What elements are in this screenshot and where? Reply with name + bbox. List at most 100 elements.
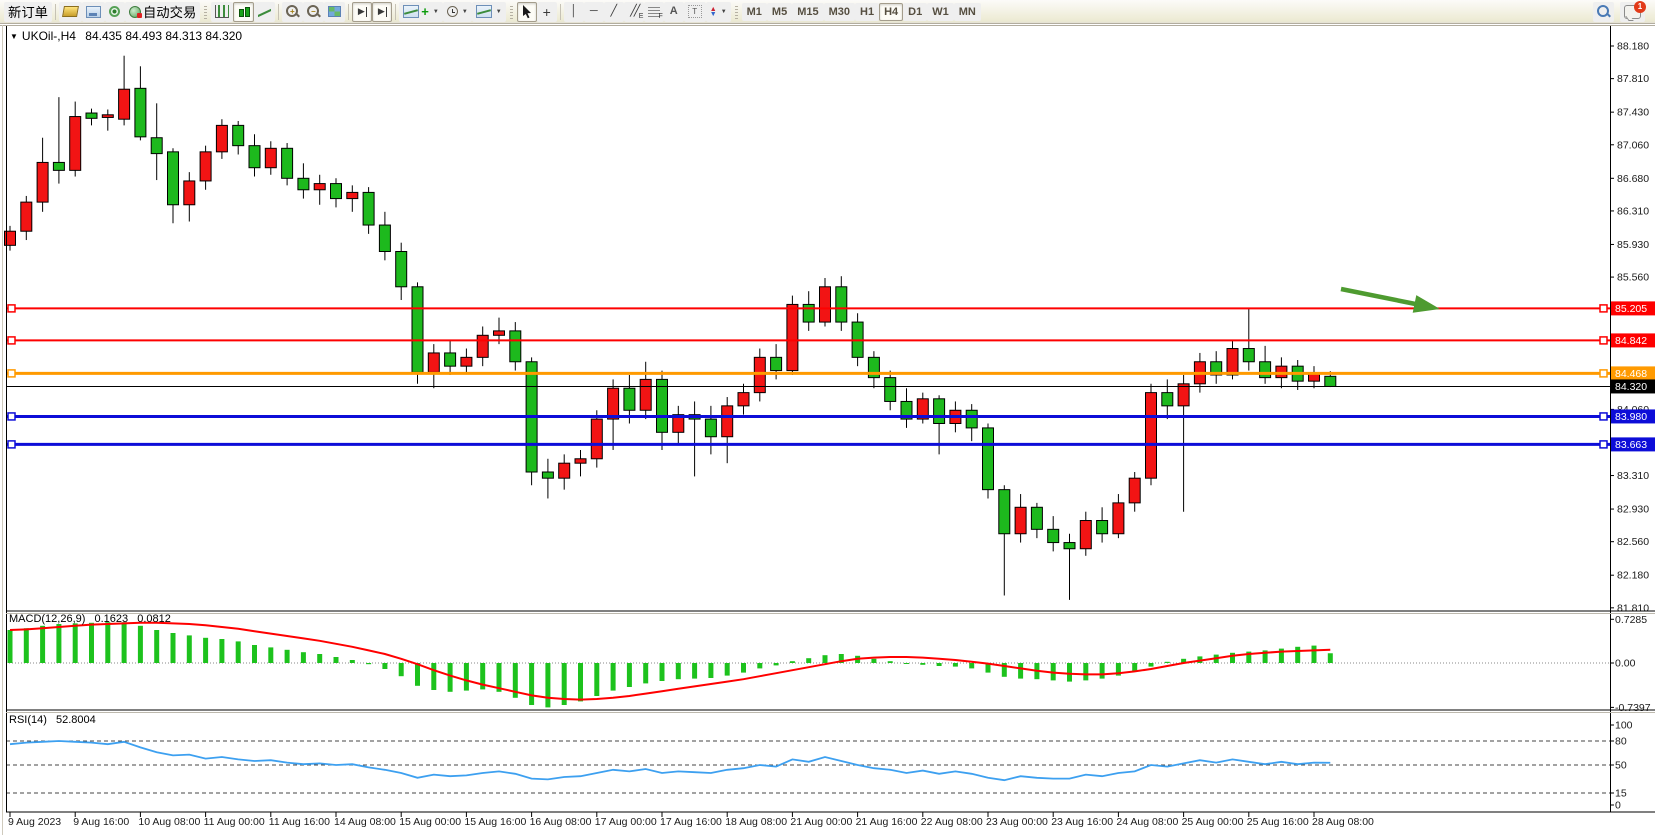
text-label-icon: T (688, 5, 702, 18)
timeframe-M1[interactable]: M1 (742, 3, 767, 21)
notification-badge: 1 (1634, 1, 1646, 13)
svg-text:83.310: 83.310 (1617, 470, 1649, 482)
svg-text:0: 0 (1615, 800, 1621, 812)
chart-symbol-period: UKOil-,H4 (22, 29, 76, 43)
svg-text:15 Aug 16:00: 15 Aug 16:00 (464, 816, 526, 828)
clock-icon (447, 6, 458, 17)
chevron-down-icon: ▼ (496, 9, 502, 15)
svg-text:83.980: 83.980 (1615, 411, 1647, 423)
svg-text:16 Aug 08:00: 16 Aug 08:00 (530, 816, 592, 828)
autotrade-button[interactable]: 自动交易 (125, 2, 200, 22)
svg-text:80: 80 (1615, 736, 1627, 748)
timeframe-D1[interactable]: D1 (903, 3, 927, 21)
svg-text:11 Aug 00:00: 11 Aug 00:00 (204, 816, 265, 828)
gold-book-icon (62, 6, 79, 17)
svg-text:24 Aug 08:00: 24 Aug 08:00 (1116, 816, 1178, 828)
svg-text:87.430: 87.430 (1617, 107, 1649, 119)
search-button[interactable] (1593, 2, 1614, 22)
tile-windows-button[interactable] (324, 2, 345, 22)
svg-text:10 Aug 08:00: 10 Aug 08:00 (138, 816, 200, 828)
signals-button[interactable] (105, 2, 125, 22)
arrows-icon: ▲▼ (710, 7, 717, 17)
terminal-button[interactable] (82, 2, 105, 22)
crosshair-button[interactable]: + (537, 2, 557, 22)
timeframe-M5[interactable]: M5 (767, 3, 792, 21)
chart-shift-icon: ▶ (378, 6, 387, 17)
notifications-button[interactable]: 1 (1620, 2, 1645, 22)
timeframe-H4[interactable]: H4 (879, 3, 903, 21)
bar-chart-icon (215, 5, 229, 18)
macd-indicator-label: MACD(12,26,9) 0.1623 0.0812 (9, 613, 171, 625)
new-order-label: 新订单 (8, 2, 48, 21)
candlestick-chart-button[interactable] (233, 2, 254, 22)
channel-icon: ╱╱E (630, 6, 637, 17)
indicators-button[interactable]: + ▼ (399, 2, 443, 22)
fibonacci-button[interactable]: F (644, 2, 664, 22)
svg-text:84.320: 84.320 (1615, 381, 1647, 393)
svg-text:9 Aug 2023: 9 Aug 2023 (8, 816, 61, 828)
terminal-icon (86, 6, 101, 18)
separator (55, 4, 56, 20)
market-depth-button[interactable] (59, 2, 82, 22)
rsi-indicator-label: RSI(14) 52.8004 (9, 714, 96, 726)
line-chart-button[interactable] (254, 2, 275, 22)
vertical-line-button[interactable]: │ (564, 2, 584, 22)
svg-text:25 Aug 00:00: 25 Aug 00:00 (1182, 816, 1244, 828)
toolbar: 新订单 自动交易 + − ▶ ▶ + ▼ ▼ ▼ + │ ─ ╱ ╱╱E F A (0, 0, 1655, 24)
arrows-button[interactable]: ▲▼ ▼ (706, 2, 731, 22)
text-button[interactable]: A (664, 2, 684, 22)
svg-text:0.00: 0.00 (1615, 658, 1636, 670)
svg-text:21 Aug 00:00: 21 Aug 00:00 (790, 816, 852, 828)
svg-text:84.842: 84.842 (1615, 335, 1647, 347)
rsi-name: RSI(14) (9, 714, 47, 726)
svg-text:21 Aug 16:00: 21 Aug 16:00 (856, 816, 918, 828)
timeframe-H1[interactable]: H1 (855, 3, 879, 21)
svg-text:23 Aug 00:00: 23 Aug 00:00 (986, 816, 1048, 828)
new-order-button[interactable]: 新订单 (4, 2, 52, 22)
cursor-icon (522, 5, 532, 19)
tile-windows-icon (328, 6, 341, 17)
separator (395, 4, 396, 20)
horizontal-line-button[interactable]: ─ (584, 2, 604, 22)
zoom-out-button[interactable]: − (303, 2, 324, 22)
channel-button[interactable]: ╱╱E (624, 2, 644, 22)
chat-bubble-icon: 1 (1624, 5, 1641, 19)
toolbar-grip (510, 4, 513, 19)
chart-shift-button[interactable]: ▶ (372, 2, 392, 22)
vertical-line-icon: │ (570, 6, 577, 17)
cursor-button[interactable] (517, 2, 537, 22)
chart-title-dropdown-icon[interactable]: ▼ (10, 32, 18, 41)
svg-text:15 Aug 00:00: 15 Aug 00:00 (399, 816, 461, 828)
svg-text:84.468: 84.468 (1615, 368, 1647, 380)
trendline-button[interactable]: ╱ (604, 2, 624, 22)
svg-text:28 Aug 08:00: 28 Aug 08:00 (1312, 816, 1374, 828)
svg-text:50: 50 (1615, 760, 1627, 772)
search-icon (1597, 5, 1610, 18)
svg-text:0.7285: 0.7285 (1615, 614, 1647, 626)
svg-text:82.930: 82.930 (1617, 504, 1649, 516)
templates-button[interactable]: ▼ (472, 2, 506, 22)
chevron-down-icon: ▼ (433, 9, 439, 15)
timeframe-W1[interactable]: W1 (927, 3, 954, 21)
trendline-icon: ╱ (610, 6, 617, 17)
text-label-button[interactable]: T (684, 2, 706, 22)
periods-button[interactable]: ▼ (443, 2, 472, 22)
text-icon: A (670, 6, 678, 17)
auto-scroll-button[interactable]: ▶ (352, 2, 372, 22)
svg-text:9 Aug 16:00: 9 Aug 16:00 (73, 816, 129, 828)
chart-canvas[interactable]: 88.18087.81087.43087.06086.68086.31085.9… (0, 0, 1655, 835)
svg-text:85.930: 85.930 (1617, 239, 1649, 251)
separator (560, 4, 561, 20)
timeframe-M15[interactable]: M15 (792, 3, 823, 21)
autotrade-globe-icon (129, 6, 141, 18)
svg-text:82.560: 82.560 (1617, 536, 1649, 548)
bar-chart-button[interactable] (211, 2, 233, 22)
svg-text:86.310: 86.310 (1617, 205, 1649, 217)
timeframe-M30[interactable]: M30 (824, 3, 855, 21)
svg-text:88.180: 88.180 (1617, 41, 1649, 53)
signal-icon (109, 6, 120, 17)
zoom-in-button[interactable]: + (282, 2, 303, 22)
auto-scroll-icon: ▶ (358, 6, 367, 17)
svg-text:25 Aug 16:00: 25 Aug 16:00 (1247, 816, 1309, 828)
timeframe-MN[interactable]: MN (954, 3, 981, 21)
